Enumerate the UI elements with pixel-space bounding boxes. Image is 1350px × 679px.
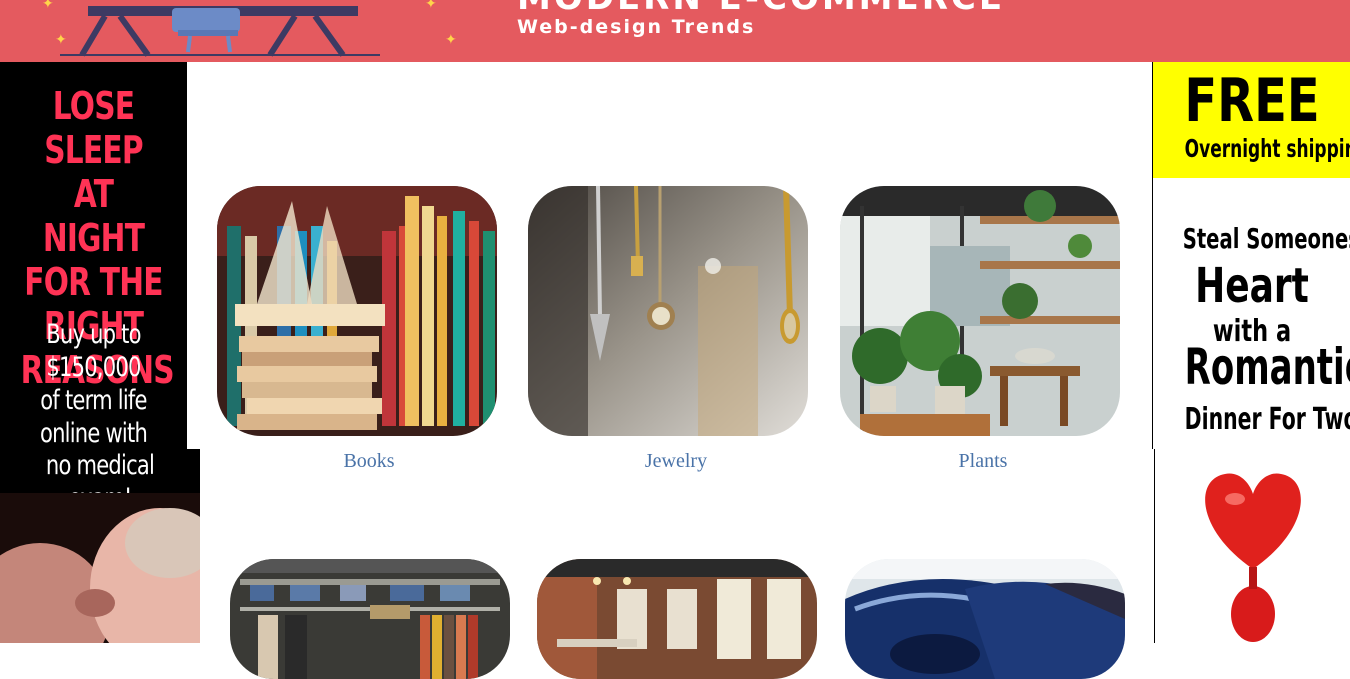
right-ad[interactable]: FREE Overnight shipping Steal Someones H… bbox=[1152, 62, 1350, 449]
right-ad-heart: Heart bbox=[1195, 258, 1309, 314]
category-label-plants[interactable]: Plants bbox=[843, 450, 1123, 473]
jewelry-photo bbox=[528, 186, 808, 436]
right-ad-romantic: Romantic bbox=[1184, 338, 1350, 396]
right-ad-overnight: Overnight shipping bbox=[1184, 134, 1350, 163]
sparkle-icon: ✦ bbox=[42, 0, 54, 12]
left-ad-line: of term life bbox=[40, 385, 147, 416]
category-tile-plants[interactable] bbox=[840, 186, 1120, 436]
left-ad[interactable]: LOSE SLEEP AT NIGHT FOR THE RIGHT REASON… bbox=[0, 62, 187, 449]
left-ad-line: online with bbox=[39, 418, 148, 449]
category-tile-jewelry[interactable] bbox=[528, 186, 808, 436]
right-ad-dinner: Dinner For Two! bbox=[1184, 402, 1350, 437]
plants-photo bbox=[840, 186, 1120, 436]
left-ad-lower[interactable]: no medical exam! bbox=[0, 449, 200, 643]
books-photo bbox=[217, 186, 497, 436]
couple-photo bbox=[0, 493, 200, 643]
restaurant-photo bbox=[537, 559, 817, 679]
category-tile-cars[interactable] bbox=[845, 559, 1125, 679]
clothing-store-photo bbox=[230, 559, 510, 679]
sparkle-icon: ✦ bbox=[445, 33, 457, 48]
left-ad-line: LOSE SLEEP bbox=[44, 84, 143, 172]
right-ad-steal: Steal Someones bbox=[1182, 222, 1350, 255]
left-ad-line: FOR THE bbox=[24, 260, 163, 304]
category-tile-restaurant[interactable] bbox=[537, 559, 817, 679]
right-ad-lower[interactable] bbox=[1154, 449, 1350, 643]
sparkle-icon: ✦ bbox=[425, 0, 437, 12]
left-ad-body: Buy up to $150,000 of term life online w… bbox=[21, 318, 167, 449]
cars-photo bbox=[845, 559, 1125, 679]
desk-illustration bbox=[60, 6, 380, 57]
left-ad-line: AT NIGHT bbox=[42, 172, 145, 260]
left-ad-line: Buy up to bbox=[46, 319, 141, 350]
top-ad-banner[interactable]: ✦ ✦ ✦ ✦ MODERN E-COMMERCE Web-design Tre… bbox=[0, 0, 1350, 62]
right-ad-free: FREE bbox=[1184, 66, 1320, 136]
category-tile-books[interactable] bbox=[217, 186, 497, 436]
sparkle-icon: ✦ bbox=[55, 33, 67, 48]
category-label-books[interactable]: Books bbox=[229, 450, 509, 473]
left-ad-line: $150,000 bbox=[46, 352, 141, 383]
heart-balloon-icon bbox=[1205, 473, 1301, 642]
category-tile-clothing[interactable] bbox=[230, 559, 510, 679]
banner-subline: Web-design Trends bbox=[517, 16, 756, 38]
category-label-jewelry[interactable]: Jewelry bbox=[536, 450, 816, 473]
